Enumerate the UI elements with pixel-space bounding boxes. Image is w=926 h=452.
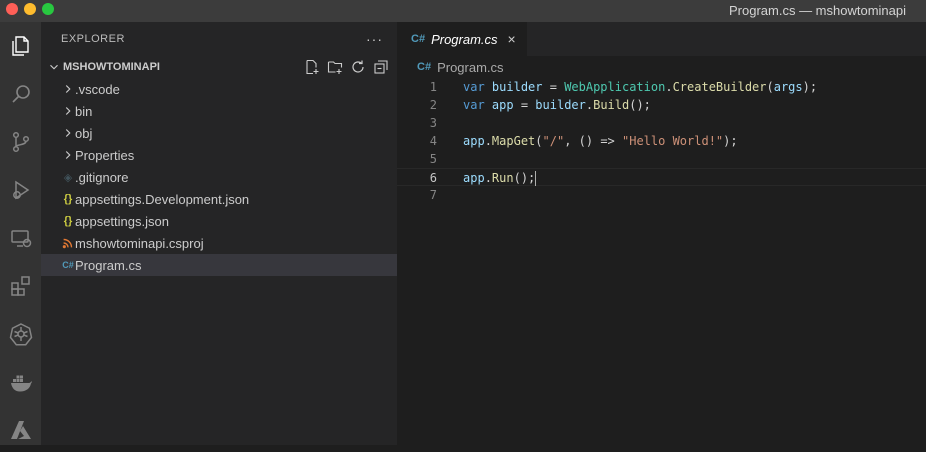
code-text: app.Run();: [463, 171, 537, 186]
activity-source-control[interactable]: [0, 120, 41, 164]
code-text: app.MapGet("/", () => "Hello World!");: [463, 134, 738, 148]
tree-item-label: .vscode: [75, 81, 120, 97]
tree-folder-bin[interactable]: bin: [41, 100, 397, 122]
tree-item-label: appsettings.json: [75, 213, 169, 229]
line-number: 4: [429, 134, 437, 148]
git-file-icon: ◈: [63, 171, 73, 184]
code-line-3: 3: [397, 114, 926, 132]
collapse-all-icon[interactable]: [373, 59, 389, 75]
search-icon: [11, 85, 30, 103]
docker-icon: [10, 375, 32, 392]
line-number: 2: [429, 98, 437, 112]
tree-folder-obj[interactable]: obj: [41, 122, 397, 144]
line-number: 5: [429, 152, 437, 166]
code-text: var builder = WebApplication.CreateBuild…: [463, 80, 818, 94]
explorer-title: EXPLORER: [61, 33, 125, 45]
activity-azure[interactable]: [0, 408, 41, 452]
extensions-icon: [10, 276, 30, 296]
code-line-6-current: 6 app.Run();: [397, 168, 926, 186]
code-text: var app = builder.Build();: [463, 98, 651, 112]
line-number: 3: [429, 116, 437, 130]
chevron-right-icon: [65, 85, 71, 93]
tree-file-appsettings-development[interactable]: {} appsettings.Development.json: [41, 188, 397, 210]
json-file-icon: {}: [63, 215, 73, 227]
chevron-right-icon: [65, 151, 71, 159]
tree-item-label: appsettings.Development.json: [75, 191, 250, 207]
title-bar: Program.cs — mshowtominapi: [0, 0, 926, 22]
tree-item-label: bin: [75, 103, 93, 119]
activity-kubernetes[interactable]: [0, 312, 41, 356]
activity-docker[interactable]: [0, 360, 41, 404]
refresh-icon[interactable]: [350, 59, 366, 75]
tree-item-label: obj: [75, 125, 93, 141]
line-number: 6: [429, 171, 437, 185]
json-file-icon: {}: [63, 193, 73, 205]
tree-item-label: Properties: [75, 147, 135, 163]
tree-item-label: .gitignore: [75, 169, 129, 185]
csharp-file-icon: C#: [62, 260, 74, 270]
tree-item-label: Program.cs: [75, 257, 142, 273]
csharp-file-icon: C#: [417, 61, 432, 73]
tree-file-program-cs[interactable]: C# Program.cs: [41, 254, 397, 276]
source-control-icon: [12, 131, 29, 153]
code-line-1: 1 var builder = WebApplication.CreateBui…: [397, 78, 926, 96]
remote-explorer-icon: [10, 230, 31, 248]
new-folder-icon[interactable]: [327, 59, 343, 75]
tree-folder-properties[interactable]: Properties: [41, 144, 397, 166]
chevron-right-icon: [65, 107, 71, 115]
code-editor[interactable]: 1 var builder = WebApplication.CreateBui…: [397, 78, 926, 204]
folder-actions: [304, 59, 397, 75]
workspace-folder-name: MSHOWTOMINAPI: [63, 61, 160, 73]
files-icon: [11, 36, 29, 56]
code-line-7: 7: [397, 186, 926, 204]
tree-item-label: mshowtominapi.csproj: [75, 235, 204, 251]
activity-run-debug[interactable]: [0, 168, 41, 212]
tab-close-button[interactable]: ×: [508, 31, 516, 47]
chevron-right-icon: [65, 129, 71, 137]
kubernetes-icon: [9, 323, 32, 346]
tab-label: Program.cs: [431, 31, 498, 47]
window-title: Program.cs — mshowtominapi: [729, 3, 906, 18]
csharp-file-icon: C#: [411, 33, 426, 45]
breadcrumb[interactable]: C# Program.cs: [397, 56, 926, 78]
activity-search[interactable]: [0, 72, 41, 116]
activity-remote-explorer[interactable]: [0, 216, 41, 260]
explorer-header: EXPLORER ···: [41, 22, 397, 56]
code-line-4: 4 app.MapGet("/", () => "Hello World!");: [397, 132, 926, 150]
activity-extensions[interactable]: [0, 264, 41, 308]
text-cursor: [535, 171, 537, 186]
tree-folder-vscode[interactable]: .vscode: [41, 78, 397, 100]
workspace-folder-header[interactable]: MSHOWTOMINAPI: [41, 56, 397, 78]
activity-explorer[interactable]: [0, 24, 41, 68]
new-file-icon[interactable]: [304, 59, 320, 75]
editor-area: C# Program.cs × C# Program.cs 1 var buil…: [397, 22, 926, 445]
tree-file-csproj[interactable]: mshowtominapi.csproj: [41, 232, 397, 254]
run-debug-icon: [12, 180, 29, 200]
tab-program-cs[interactable]: C# Program.cs ×: [397, 22, 527, 56]
chevron-down-icon: [50, 64, 58, 70]
more-actions-button[interactable]: ···: [366, 31, 383, 47]
breadcrumb-file: Program.cs: [437, 59, 504, 75]
line-number: 7: [429, 188, 437, 202]
code-line-5: 5: [397, 150, 926, 168]
explorer-sidebar: EXPLORER ··· MSHOWTOMINAPI .vscode bin o…: [41, 22, 397, 445]
tree-file-gitignore[interactable]: ◈ .gitignore: [41, 166, 397, 188]
rss-file-icon: [62, 238, 73, 249]
azure-icon: [10, 421, 31, 439]
editor-tab-bar: C# Program.cs ×: [397, 22, 926, 56]
tree-file-appsettings[interactable]: {} appsettings.json: [41, 210, 397, 232]
activity-bar: [0, 22, 41, 445]
line-number: 1: [429, 80, 437, 94]
code-line-2: 2 var app = builder.Build();: [397, 96, 926, 114]
